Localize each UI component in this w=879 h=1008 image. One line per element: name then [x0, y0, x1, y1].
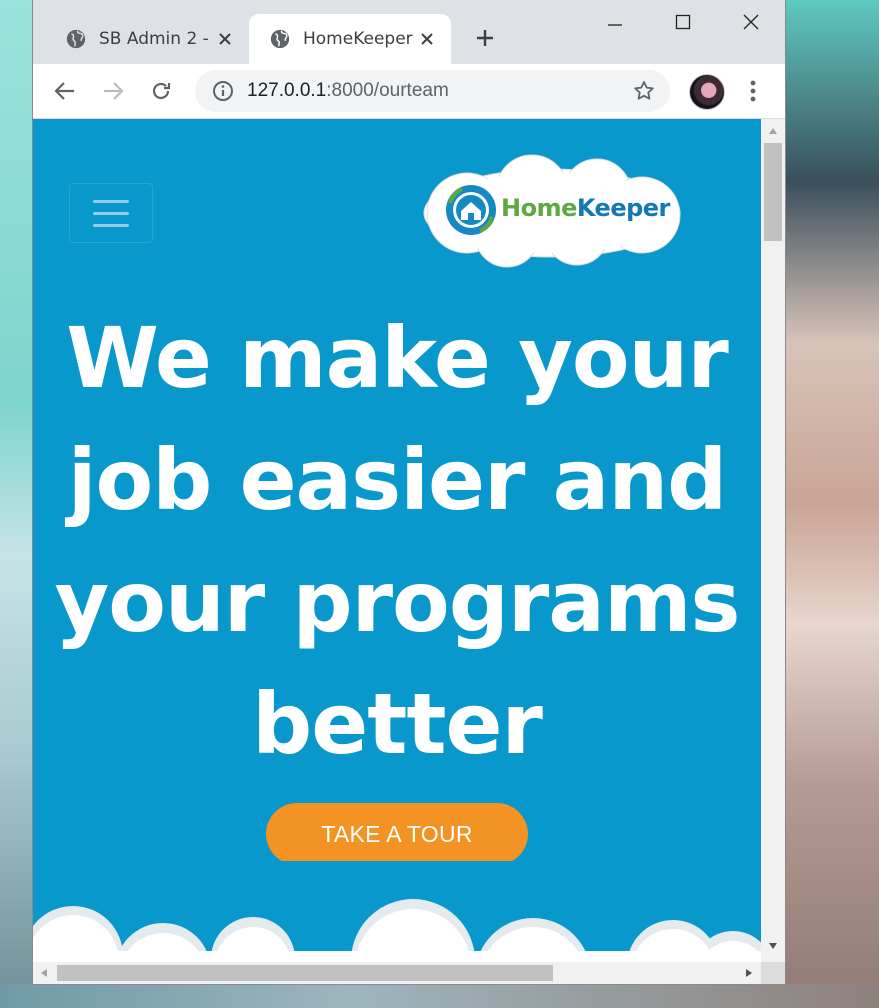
- new-tab-button[interactable]: [471, 24, 499, 52]
- close-tab-icon[interactable]: [413, 25, 441, 53]
- horizontal-scrollbar[interactable]: [33, 962, 761, 984]
- clouds-decoration: [33, 861, 761, 962]
- url-path: :8000/ourteam: [326, 80, 449, 101]
- star-icon[interactable]: [632, 79, 656, 103]
- close-window-button[interactable]: [731, 8, 771, 36]
- scroll-left-arrow-icon[interactable]: [40, 968, 48, 978]
- forward-button[interactable]: [98, 76, 128, 106]
- url-host: 127.0.0.1: [247, 80, 327, 101]
- navbar-toggler-button[interactable]: [69, 183, 153, 243]
- close-icon: [743, 14, 759, 30]
- browser-window: SB Admin 2 - HomeKeeper 127.0.0.1:8000/o…: [33, 0, 785, 984]
- vertical-scrollbar[interactable]: [761, 119, 785, 962]
- hero-line: your programs: [54, 553, 741, 651]
- profile-avatar[interactable]: [689, 74, 725, 110]
- take-a-tour-button[interactable]: TAKE A TOUR: [266, 803, 528, 865]
- back-button[interactable]: [50, 76, 80, 106]
- hamburger-bar: [93, 211, 129, 215]
- close-tab-icon[interactable]: [211, 25, 239, 53]
- horizontal-scroll-thumb[interactable]: [57, 965, 553, 981]
- homekeeper-logo[interactable]: HomeKeeper: [417, 153, 687, 273]
- logo-word-home: Home: [501, 194, 577, 222]
- page-viewport: HomeKeeper We make your job easier and y…: [33, 119, 761, 962]
- tab-title: SB Admin 2 -: [99, 29, 209, 49]
- globe-icon: [66, 29, 86, 49]
- arrow-right-icon: [104, 82, 124, 100]
- arrow-left-icon: [54, 82, 74, 100]
- logo-wordmark: HomeKeeper: [501, 194, 670, 222]
- hero-line: We make your: [66, 309, 729, 407]
- tab-strip: SB Admin 2 - HomeKeeper: [33, 0, 785, 64]
- reload-icon: [152, 82, 171, 100]
- plus-icon: [477, 30, 493, 46]
- address-bar[interactable]: 127.0.0.1:8000/ourteam: [195, 70, 670, 112]
- minimize-button[interactable]: [595, 8, 635, 36]
- scroll-down-arrow-icon[interactable]: [768, 942, 778, 950]
- kebab-menu-icon: [750, 80, 756, 102]
- scrollbar-corner: [761, 962, 785, 984]
- hero-line: job easier and: [67, 431, 728, 529]
- logo-word-keeper: Keeper: [576, 194, 671, 222]
- hamburger-bar: [93, 199, 129, 203]
- desktop-wallpaper-bottom: [0, 984, 879, 1008]
- tab-sb-admin[interactable]: SB Admin 2 -: [51, 14, 249, 64]
- reload-button[interactable]: [146, 76, 176, 106]
- scroll-up-arrow-icon[interactable]: [768, 127, 778, 135]
- hero-line: better: [252, 675, 543, 773]
- info-icon[interactable]: [211, 79, 235, 103]
- desktop-wallpaper-left: [0, 0, 33, 1008]
- browser-toolbar: 127.0.0.1:8000/ourteam: [33, 64, 785, 119]
- maximize-icon: [675, 14, 691, 30]
- vertical-scroll-thumb[interactable]: [764, 143, 782, 241]
- browser-menu-button[interactable]: [741, 76, 765, 106]
- scroll-right-arrow-icon[interactable]: [745, 968, 753, 978]
- tab-homekeeper[interactable]: HomeKeeper: [249, 14, 451, 64]
- desktop-wallpaper-right: [785, 0, 879, 1008]
- globe-icon: [270, 29, 290, 49]
- hamburger-bar: [93, 223, 129, 227]
- tab-title: HomeKeeper: [303, 29, 413, 49]
- hero-heading: We make your job easier and your program…: [33, 297, 761, 785]
- minimize-icon: [608, 24, 622, 26]
- url-text: 127.0.0.1:8000/ourteam: [247, 80, 449, 102]
- home-logo-icon: [446, 185, 496, 235]
- maximize-button[interactable]: [663, 8, 703, 36]
